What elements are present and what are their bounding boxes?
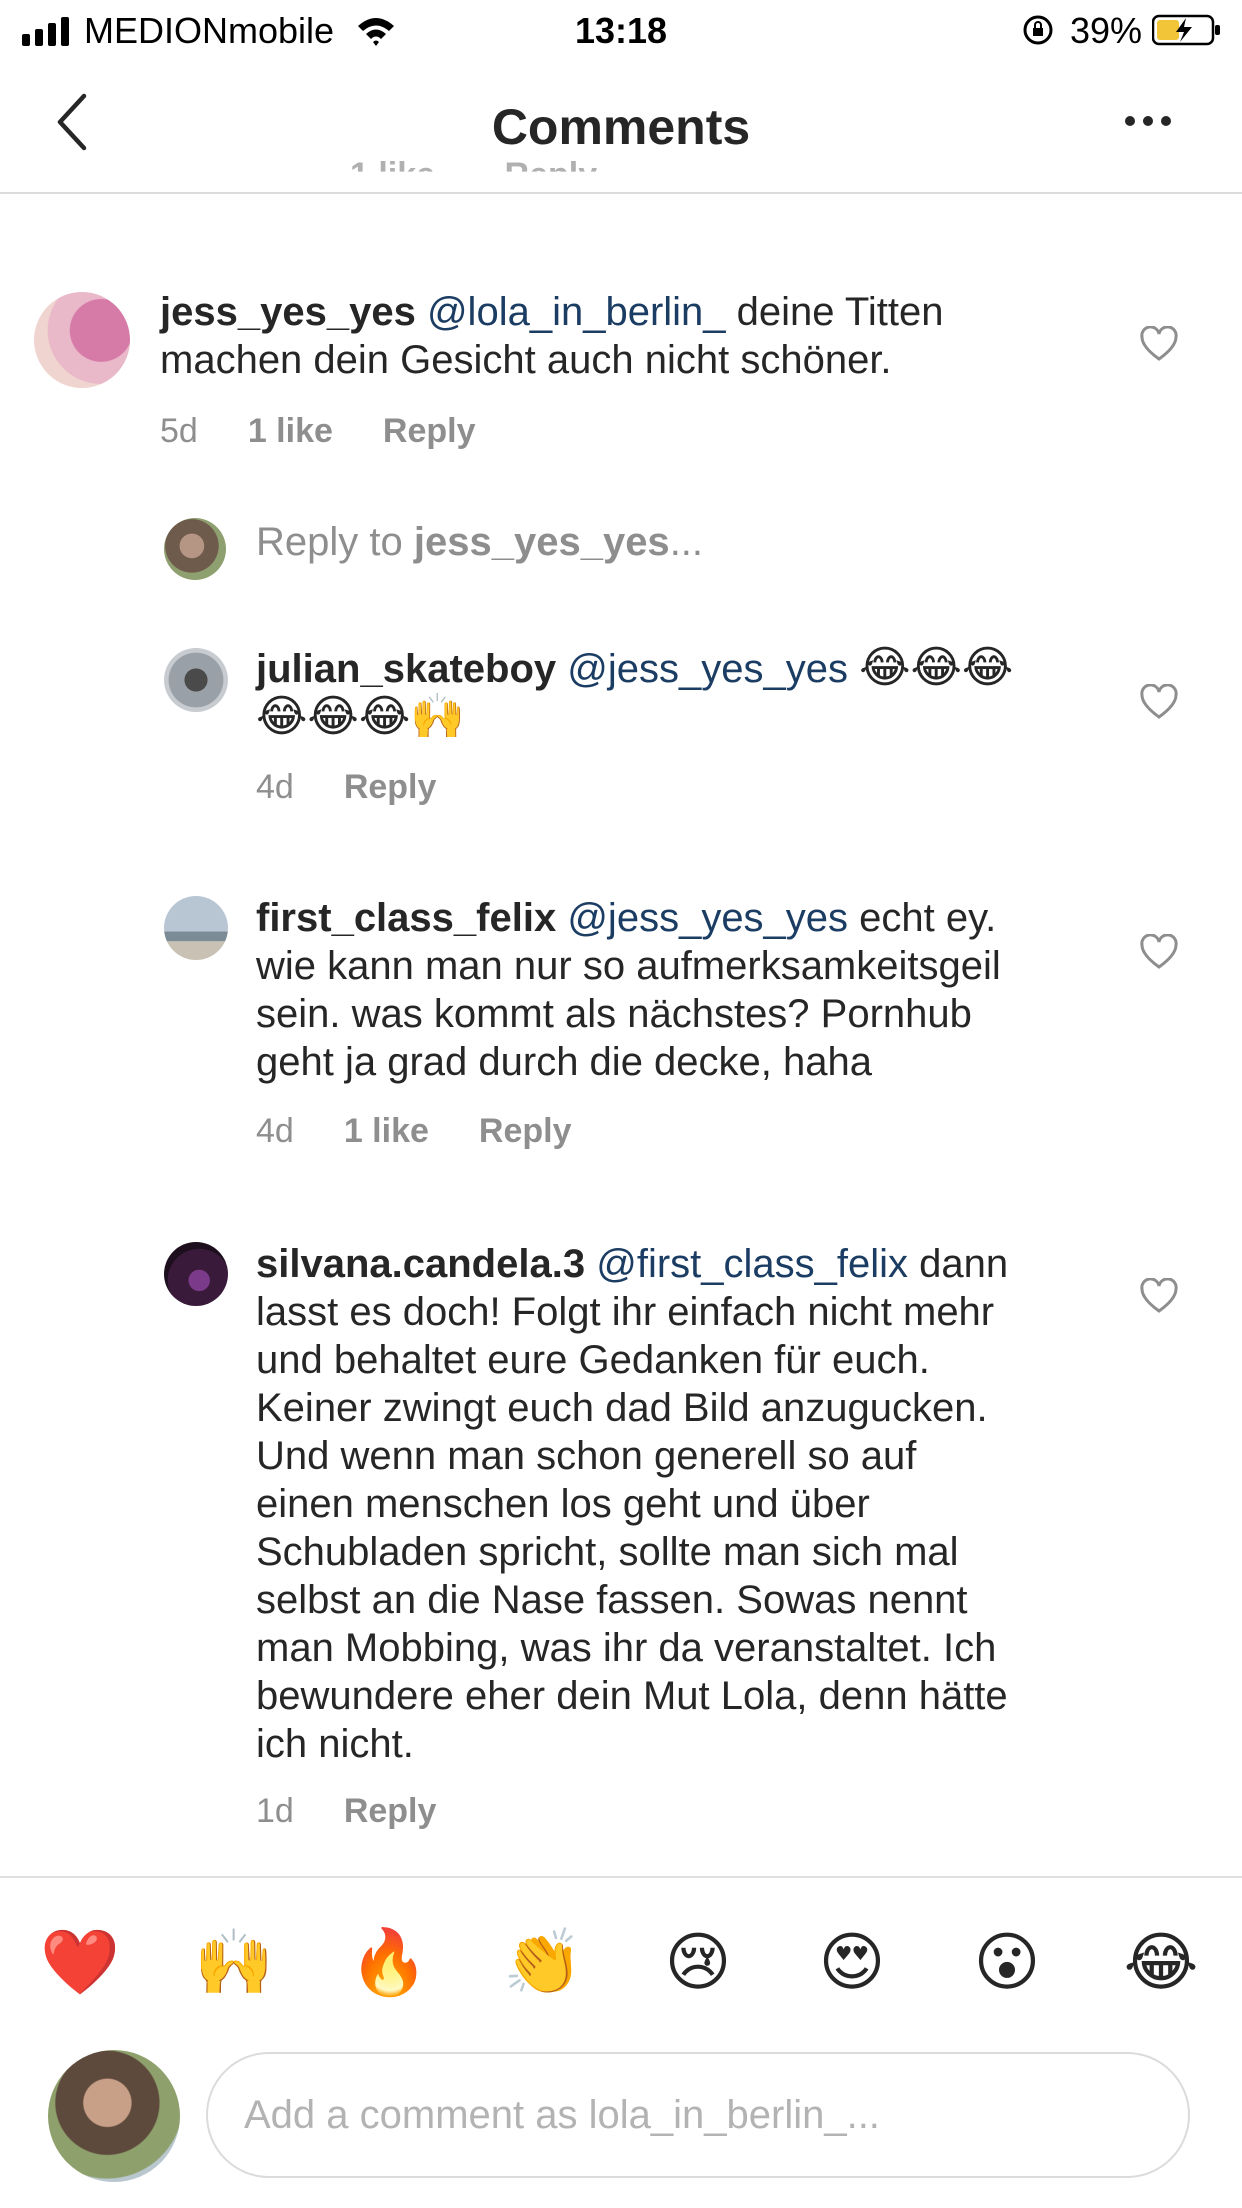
comment-emoji: 😂😂😂 (859, 643, 1014, 692)
comment-text: geht ja grad durch die decke, haha (256, 1040, 872, 1084)
comment-time: 4d (256, 1112, 294, 1150)
comment-text: bewundere eher dein Mut Lola, denn hätte (256, 1674, 1008, 1718)
comment-username[interactable]: jess_yes_yes (160, 290, 416, 334)
reply-button[interactable]: Reply (344, 768, 437, 807)
comment-text: echt ey. (848, 896, 997, 940)
clap-emoji-button[interactable]: 👏 (503, 1922, 583, 2002)
fire-emoji-button[interactable]: 🔥 (349, 1922, 429, 2002)
comment-mention[interactable]: @first_class_felix (596, 1242, 908, 1286)
current-user-avatar (48, 2050, 180, 2182)
status-bar: MEDIONmobile 13:18 39% (0, 0, 1242, 62)
emoji-quick-bar: ❤️ 🙌 🔥 👏 😢 😍 😮 😂 (0, 1876, 1242, 2038)
surprised-emoji-button[interactable]: 😮 (967, 1922, 1047, 2002)
reply-button[interactable]: Reply (344, 1792, 437, 1831)
comment-text: deine Titten (725, 290, 944, 334)
comment-text: dann (908, 1242, 1009, 1286)
comment-username[interactable]: first_class_felix (256, 896, 556, 940)
comment-time: 4d (256, 768, 294, 806)
clock: 13:18 (574, 10, 668, 51)
comment-text: ich nicht. (256, 1722, 414, 1766)
comment-emoji: 😂😂😂🙌 (256, 692, 466, 741)
comment-text: Schubladen spricht, sollte man sich mal (256, 1530, 959, 1574)
orientation-lock-icon (1023, 15, 1053, 45)
comment-text: wie kann man nur so aufmerksamkeitsgeil (256, 944, 1001, 988)
battery-percent: 39% (1070, 10, 1143, 51)
comment-time: 1d (256, 1792, 294, 1830)
reply-button[interactable]: Reply (383, 412, 476, 451)
comment-time: 5d (160, 412, 198, 450)
reply-button[interactable]: Reply (479, 1112, 572, 1151)
comment-mention[interactable]: @jess_yes_yes (567, 896, 848, 940)
comment-text: Keiner zwingt euch dad Bild anzugucken. (256, 1386, 988, 1430)
comment-username[interactable]: julian_skateboy (256, 647, 556, 691)
heart-icon[interactable] (1140, 934, 1178, 970)
raised-hands-emoji-button[interactable]: 🙌 (194, 1922, 274, 2002)
crying-emoji-button[interactable]: 😢 (658, 1922, 738, 2002)
comment-username[interactable]: silvana.candela.3 (256, 1242, 585, 1286)
heart-icon[interactable] (1140, 1278, 1178, 1314)
comment-likes[interactable]: 1 like (344, 1112, 429, 1151)
avatar[interactable] (164, 896, 228, 960)
battery-icon (1152, 14, 1220, 46)
laughing-emoji-button[interactable]: 😂 (1121, 1922, 1201, 2002)
comment-mention[interactable]: @lola_in_berlin_ (427, 290, 726, 334)
comment-text: einen menschen los geht und über (256, 1482, 870, 1526)
comment-text: sein. was kommt als nächstes? Pornhub (256, 992, 972, 1036)
comment-text: Und wenn man schon generell so auf (256, 1434, 917, 1478)
page-title: Comments (491, 99, 751, 155)
reply-to-prompt[interactable]: Reply to jess_yes_yes... (256, 520, 703, 565)
comment-text: machen dein Gesicht auch nicht schöner. (160, 338, 892, 382)
more-options-icon[interactable] (1124, 114, 1172, 128)
heart-emoji-button[interactable]: ❤️ (40, 1922, 120, 2002)
heart-icon[interactable] (1140, 326, 1178, 362)
comment-text: und behaltet eure Gedanken für euch. (256, 1338, 930, 1382)
heart-eyes-emoji-button[interactable]: 😍 (812, 1922, 892, 2002)
comment-input[interactable] (206, 2052, 1190, 2178)
comment-mention[interactable]: @jess_yes_yes (567, 647, 848, 691)
comment-text: man Mobbing, was ihr da veranstaltet. Ic… (256, 1626, 997, 1670)
comment-likes[interactable]: 1 like (248, 412, 333, 451)
nav-bar: Comments (0, 62, 1242, 194)
comment-text: selbst an die Nase fassen. Sowas nennt (256, 1578, 968, 1622)
reply-to-username: jess_yes_yes (413, 520, 670, 564)
avatar[interactable] (164, 648, 228, 712)
current-user-avatar (164, 518, 226, 580)
avatar[interactable] (34, 292, 130, 388)
comment-text: lasst es doch! Folgt ihr einfach nicht m… (256, 1290, 995, 1334)
avatar[interactable] (164, 1242, 228, 1306)
heart-icon[interactable] (1140, 684, 1178, 720)
